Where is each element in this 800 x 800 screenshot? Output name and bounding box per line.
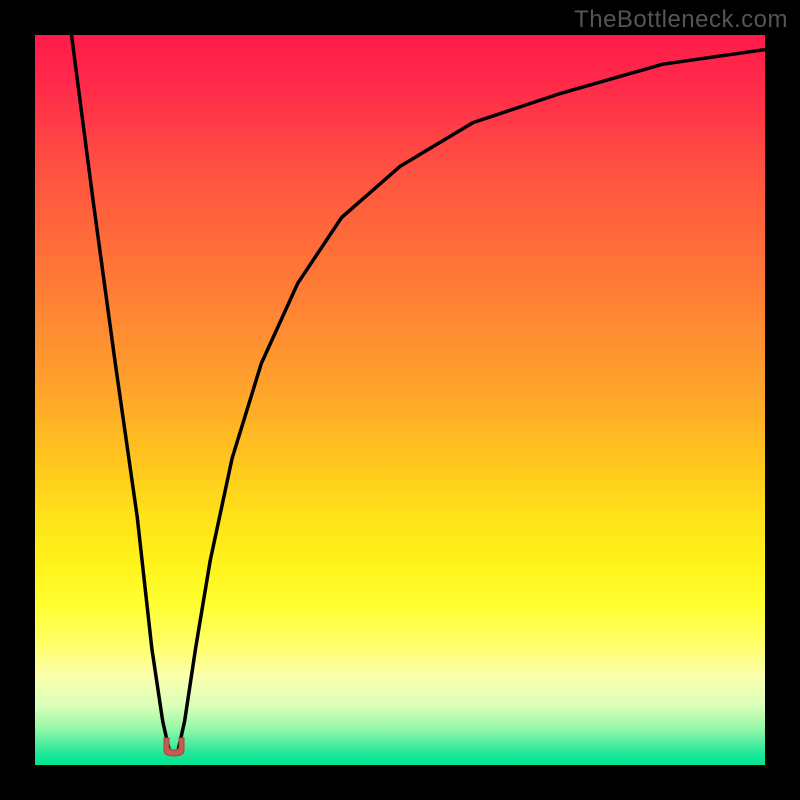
chart-frame: TheBottleneck.com <box>0 0 800 800</box>
u-notch-icon <box>164 738 184 756</box>
plot-area <box>35 35 765 765</box>
optimum-marker <box>160 736 188 758</box>
watermark-text: TheBottleneck.com <box>574 6 788 34</box>
deviation-curve-path <box>72 35 766 754</box>
curve-svg <box>35 35 765 765</box>
